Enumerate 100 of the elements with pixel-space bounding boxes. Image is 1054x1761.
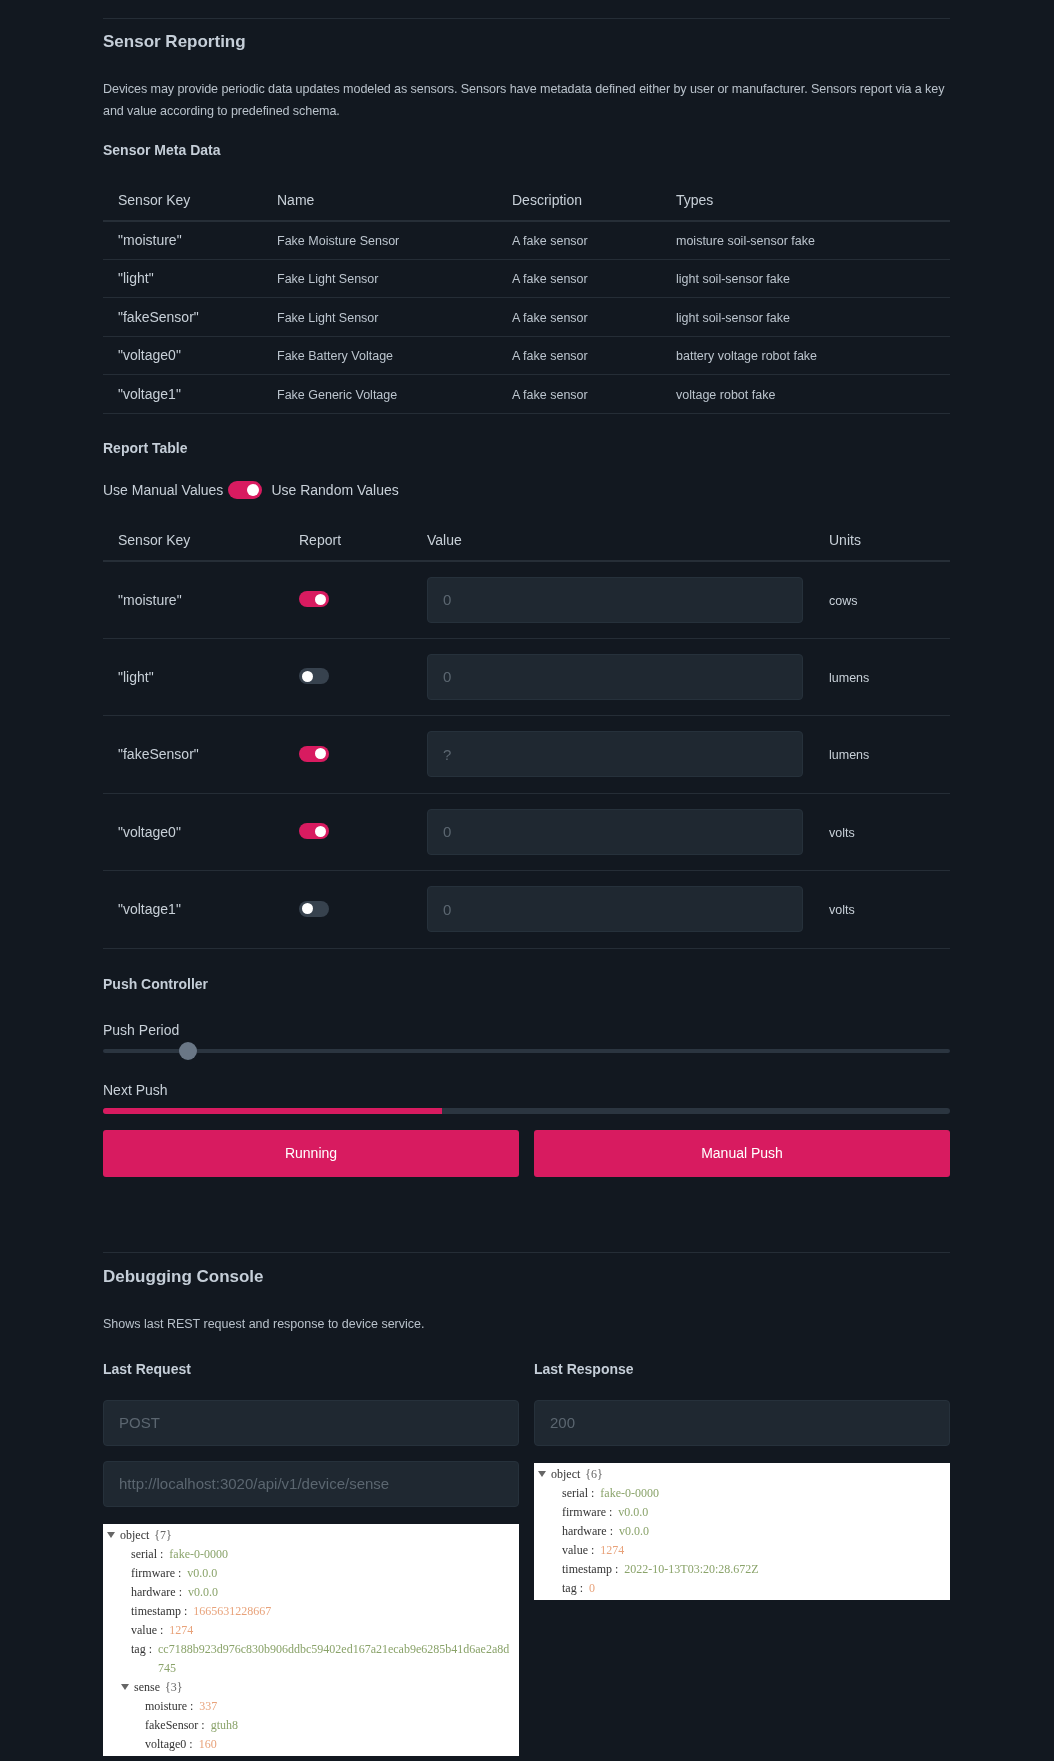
table-cell: A fake sensor: [512, 349, 588, 364]
tree-value: fake-0-0000: [169, 1545, 228, 1563]
tree-key: serial :: [131, 1544, 164, 1564]
tree-key: sense: [134, 1678, 160, 1697]
section-title: Sensor Reporting: [103, 31, 247, 53]
table-cell: moisture soil-sensor fake: [676, 234, 815, 248]
tree-key: timestamp :: [131, 1601, 188, 1621]
field-label: Push Period: [103, 1020, 181, 1040]
tree-key: serial :: [562, 1483, 595, 1503]
toggle-switch[interactable]: [299, 823, 329, 840]
input-field[interactable]: 0: [427, 576, 803, 623]
tree-value: 2022-10-13T03:20:28.672Z: [624, 1560, 759, 1578]
table-cell: battery voltage robot fake: [676, 349, 818, 364]
column-header: Name: [277, 192, 315, 208]
sensor-key: "moisture": [118, 591, 182, 608]
tree-key: tag :: [131, 1639, 152, 1659]
table-cell: Fake Light Sensor: [277, 310, 379, 325]
table-cell: voltage robot fake: [676, 387, 776, 402]
table-cell: "light": [118, 270, 154, 287]
units-label: lumens: [829, 748, 870, 763]
table-cell: "voltage0": [118, 347, 181, 364]
column-header: Value: [427, 532, 462, 548]
table-cell: A fake sensor: [512, 234, 588, 248]
section-description: Devices may provide periodic data updates modeled as sensors. Sensors have metadata defined either by user or manufacturer. Sensors report via a key and value according to predefined schema.: [103, 80, 946, 120]
input-field[interactable]: 0: [427, 886, 803, 933]
table-cell: A fake sensor: [512, 387, 588, 402]
action-button[interactable]: Running: [103, 1129, 519, 1177]
table-cell: "voltage1": [118, 385, 181, 402]
tree-value: gtuh8: [210, 1716, 238, 1734]
tree-value: v0.0.0: [618, 1503, 649, 1521]
column-header: Units: [829, 532, 861, 548]
toggle-switch[interactable]: [299, 591, 329, 607]
column-header: Sensor Key: [118, 532, 191, 548]
column-header: Description: [512, 192, 583, 208]
sensor-key: "voltage1": [118, 901, 181, 918]
tree-key: object: [551, 1465, 581, 1484]
caret-icon[interactable]: [121, 1684, 129, 1691]
tree-key: tag :: [562, 1578, 583, 1598]
subsection-title: Push Controller: [103, 974, 209, 994]
table-cell: Fake Battery Voltage: [277, 349, 394, 364]
tree-value: v0.0.0: [188, 1583, 218, 1601]
tree-count: {6}: [585, 1466, 603, 1484]
tree-key: object: [120, 1526, 150, 1545]
tree-key: timestamp :: [562, 1559, 619, 1579]
subsection-title: Sensor Meta Data: [103, 140, 222, 160]
column-header: Types: [676, 192, 714, 208]
units-label: cows: [829, 593, 858, 608]
action-button[interactable]: Manual Push: [534, 1129, 950, 1177]
toggle-switch[interactable]: [228, 481, 263, 499]
tree-key: firmware :: [131, 1563, 182, 1583]
tree-value: 160: [198, 1735, 217, 1753]
input-field[interactable]: http://localhost:3020/api/v1/device/sense: [103, 1460, 519, 1507]
tree-value: cc7188b923d976c830b906ddbc59402ed167a21ecab9e6285b41d6ae2a8d745: [158, 1640, 511, 1677]
table-cell: "fakeSensor": [118, 308, 199, 325]
sensor-key: "fakeSensor": [118, 746, 199, 763]
subsection-title: Report Table: [103, 438, 189, 458]
tree-key: hardware :: [131, 1582, 182, 1602]
input-field[interactable]: ?: [427, 731, 803, 778]
tree-value: 1274: [600, 1541, 625, 1559]
toggle-switch[interactable]: [299, 668, 329, 685]
slider-thumb[interactable]: [178, 1041, 197, 1060]
input-field[interactable]: 200: [534, 1399, 950, 1446]
toggle-switch[interactable]: [299, 900, 329, 917]
input-field[interactable]: 0: [427, 653, 803, 700]
caret-icon[interactable]: [107, 1532, 115, 1539]
section-description: Shows last REST request and response to device service.: [103, 1316, 426, 1333]
tree-value: 0: [589, 1579, 595, 1597]
units-label: volts: [829, 903, 855, 918]
column-header: Sensor Key: [118, 192, 191, 208]
input-field[interactable]: POST: [103, 1399, 519, 1446]
subsection-title: Last Response: [534, 1359, 635, 1379]
subsection-title: Last Request: [103, 1359, 192, 1379]
table-cell: light soil-sensor fake: [676, 310, 790, 325]
tree-count: {7}: [154, 1527, 172, 1545]
column-header: Report: [299, 532, 342, 548]
tree-key: firmware :: [562, 1502, 613, 1522]
table-cell: Fake Generic Voltage: [277, 387, 398, 402]
slider[interactable]: [103, 1041, 950, 1060]
tree-key: value :: [131, 1620, 164, 1640]
switch-label: Use Random Values: [271, 480, 399, 500]
section-title: Debugging Console: [103, 1265, 265, 1288]
tree-key: value :: [562, 1540, 595, 1560]
tree-value: fake-0-0000: [600, 1484, 659, 1502]
tree-value: 337: [199, 1697, 218, 1715]
tree-value: 1274: [169, 1621, 194, 1639]
table-cell: "moisture": [118, 232, 182, 248]
tree-key: voltage0 :: [145, 1734, 193, 1754]
table-cell: light soil-sensor fake: [676, 272, 790, 287]
toggle-switch[interactable]: [299, 745, 329, 762]
sensor-key: "light": [118, 668, 154, 685]
table-cell: A fake sensor: [512, 310, 588, 325]
tree-value: v0.0.0: [187, 1564, 218, 1582]
input-field[interactable]: 0: [427, 808, 803, 855]
table-cell: A fake sensor: [512, 272, 588, 287]
tree-key: moisture :: [145, 1696, 194, 1716]
units-label: lumens: [829, 670, 870, 685]
tree-value: v0.0.0: [619, 1522, 649, 1540]
caret-icon[interactable]: [538, 1471, 546, 1478]
field-label: Next Push: [103, 1080, 169, 1100]
units-label: volts: [829, 825, 855, 840]
